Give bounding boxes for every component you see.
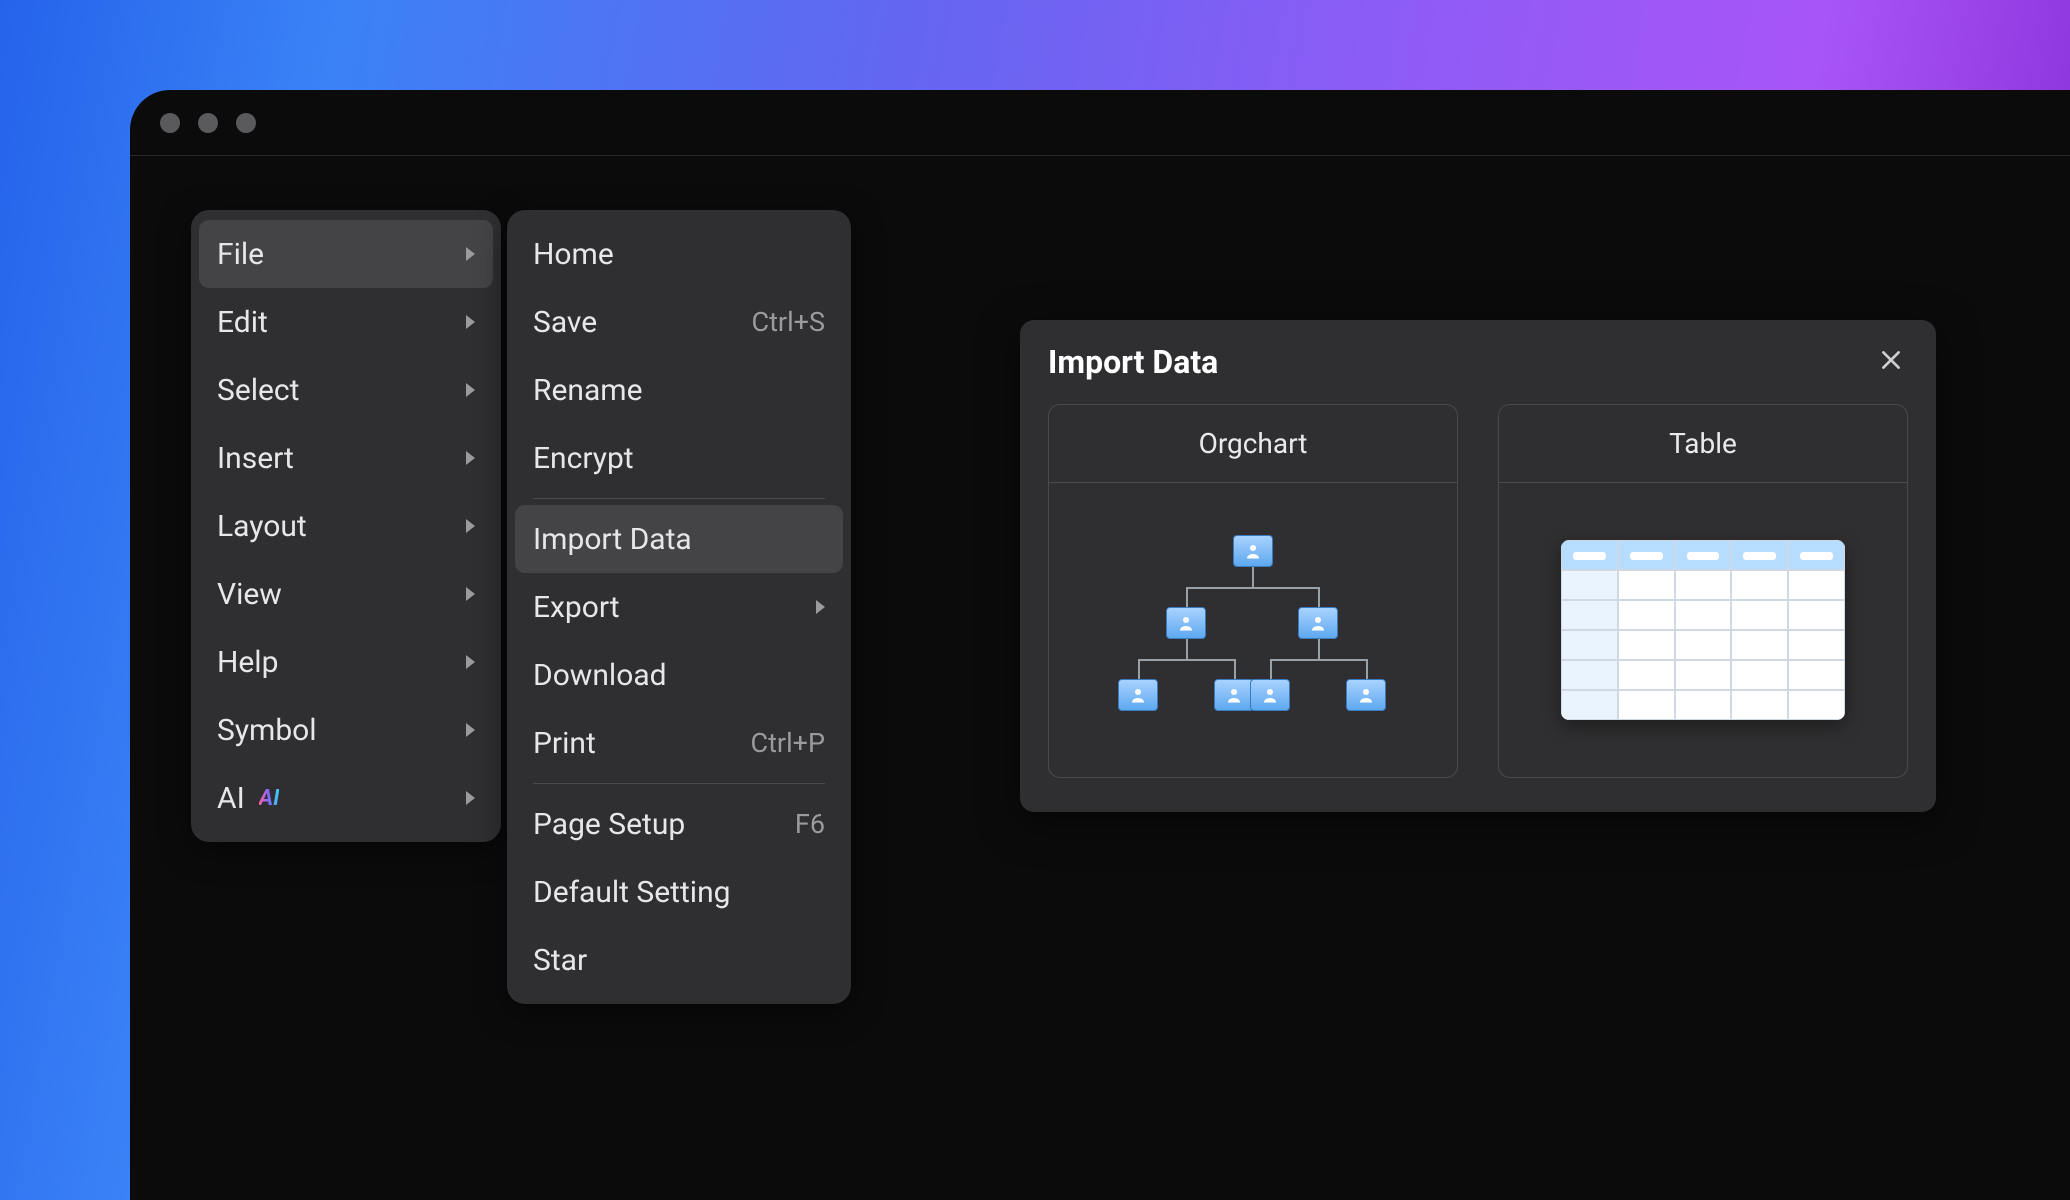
shortcut-label: Ctrl+P: [751, 727, 825, 759]
chevron-right-icon: [466, 655, 475, 669]
menu-divider: [533, 498, 825, 499]
menu-label: Import Data: [533, 522, 692, 557]
card-title: Table: [1499, 405, 1907, 483]
table-preview: [1499, 483, 1907, 777]
person-icon: [1177, 614, 1195, 632]
file-menu-home[interactable]: Home: [507, 220, 851, 288]
traffic-light-zoom[interactable]: [236, 113, 256, 133]
file-menu-save[interactable]: Save Ctrl+S: [507, 288, 851, 356]
menu-label: Export: [533, 590, 620, 625]
menubar-item-help[interactable]: Help: [191, 628, 501, 696]
window-titlebar: [130, 90, 2070, 156]
close-icon[interactable]: [1874, 342, 1908, 382]
person-icon: [1309, 614, 1327, 632]
menubar-item-insert[interactable]: Insert: [191, 424, 501, 492]
chevron-right-icon: [466, 519, 475, 533]
menu-label: Help: [217, 645, 278, 680]
person-icon: [1357, 686, 1375, 704]
chevron-right-icon: [466, 315, 475, 329]
menu-label: Edit: [217, 305, 268, 340]
import-card-orgchart[interactable]: Orgchart: [1048, 404, 1458, 778]
menu-label: Download: [533, 658, 667, 693]
menu-label: Print: [533, 726, 596, 761]
menubar-item-select[interactable]: Select: [191, 356, 501, 424]
person-icon: [1261, 686, 1279, 704]
menu-label: Star: [533, 943, 587, 978]
menu-label: Select: [217, 373, 299, 408]
menu-label: Encrypt: [533, 441, 634, 476]
menu-divider: [533, 783, 825, 784]
menubar-item-file[interactable]: File: [199, 220, 493, 288]
person-icon: [1225, 686, 1243, 704]
menu-label: Layout: [217, 509, 307, 544]
chevron-right-icon: [466, 247, 475, 261]
file-submenu: Home Save Ctrl+S Rename Encrypt Import D…: [507, 210, 851, 1004]
traffic-light-close[interactable]: [160, 113, 180, 133]
menu-label: AI: [217, 781, 245, 816]
person-icon: [1244, 542, 1262, 560]
menus-container: File Edit Select Insert Layout View: [191, 210, 851, 1004]
menu-label: Rename: [533, 373, 643, 408]
file-menu-rename[interactable]: Rename: [507, 356, 851, 424]
chevron-right-icon: [466, 723, 475, 737]
chevron-right-icon: [816, 600, 825, 614]
menu-label: Page Setup: [533, 807, 685, 842]
shortcut-label: F6: [795, 808, 825, 840]
orgchart-preview: [1049, 483, 1457, 777]
panel-header: Import Data: [1048, 342, 1908, 382]
menubar: File Edit Select Insert Layout View: [191, 210, 501, 842]
menubar-item-symbol[interactable]: Symbol: [191, 696, 501, 764]
import-card-table[interactable]: Table: [1498, 404, 1908, 778]
menu-label: Default Setting: [533, 875, 731, 910]
menu-label: File: [217, 237, 264, 272]
chevron-right-icon: [466, 383, 475, 397]
file-menu-encrypt[interactable]: Encrypt: [507, 424, 851, 492]
file-menu-default-setting[interactable]: Default Setting: [507, 858, 851, 926]
person-icon: [1129, 686, 1147, 704]
ai-badge-icon: AI: [259, 786, 280, 811]
chevron-right-icon: [466, 451, 475, 465]
menu-label: Save: [533, 305, 597, 340]
card-title: Orgchart: [1049, 405, 1457, 483]
menubar-item-layout[interactable]: Layout: [191, 492, 501, 560]
menubar-item-ai[interactable]: AI AI: [191, 764, 501, 832]
file-menu-page-setup[interactable]: Page Setup F6: [507, 790, 851, 858]
file-menu-export[interactable]: Export: [507, 573, 851, 641]
chevron-right-icon: [466, 791, 475, 805]
shortcut-label: Ctrl+S: [752, 306, 825, 338]
menu-label: Home: [533, 237, 614, 272]
menu-label: Symbol: [217, 713, 317, 748]
import-cards: Orgchart: [1048, 404, 1908, 778]
menubar-item-edit[interactable]: Edit: [191, 288, 501, 356]
app-window: File Edit Select Insert Layout View: [130, 90, 2070, 1200]
menu-label: Insert: [217, 441, 294, 476]
file-menu-print[interactable]: Print Ctrl+P: [507, 709, 851, 777]
traffic-light-minimize[interactable]: [198, 113, 218, 133]
panel-title: Import Data: [1048, 343, 1218, 381]
file-menu-download[interactable]: Download: [507, 641, 851, 709]
import-data-panel: Import Data Orgchart: [1020, 320, 1936, 812]
menubar-item-view[interactable]: View: [191, 560, 501, 628]
file-menu-import-data[interactable]: Import Data: [515, 505, 843, 573]
menu-label: View: [217, 577, 282, 612]
chevron-right-icon: [466, 587, 475, 601]
file-menu-star[interactable]: Star: [507, 926, 851, 994]
